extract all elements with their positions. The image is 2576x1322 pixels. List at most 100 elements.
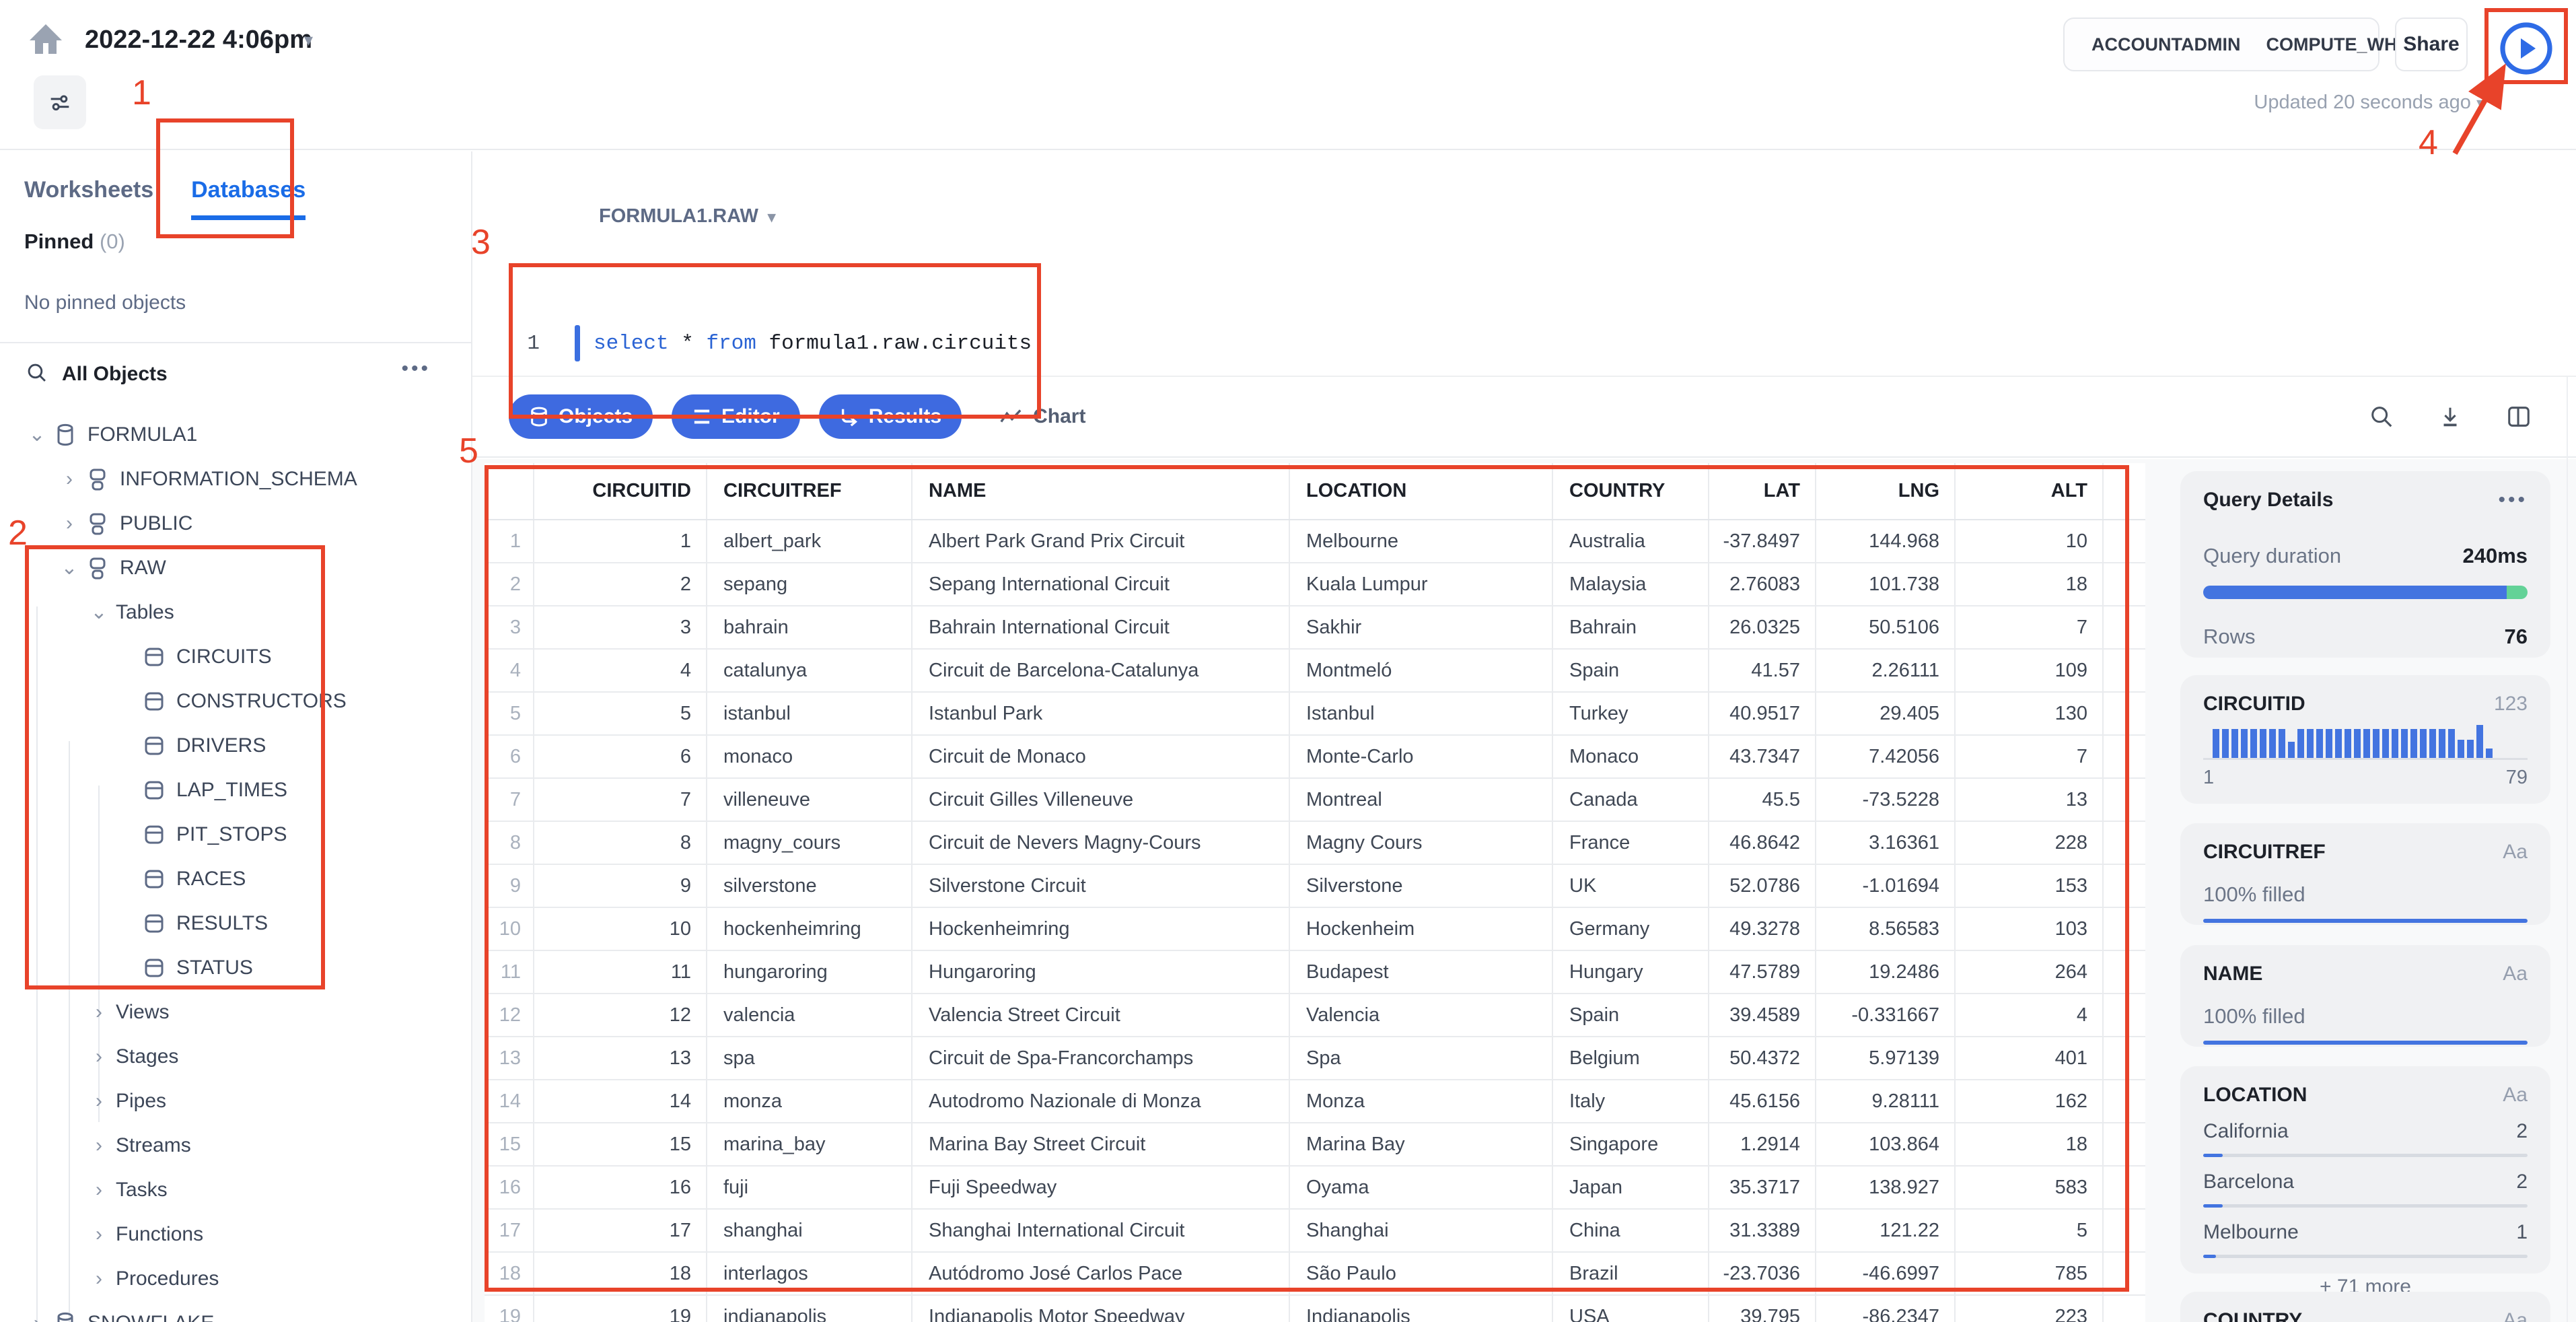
cell[interactable]: 9.28111 <box>1816 1080 1956 1123</box>
cell[interactable]: 101.738 <box>1816 563 1956 606</box>
cell[interactable] <box>2103 778 2145 822</box>
tree-item-pit_stops[interactable]: PIT_STOPS <box>0 812 471 857</box>
table-row[interactable]: 3 3 bahrain Bahrain International Circuit Sa… <box>485 606 2145 650</box>
table-row[interactable]: 11 11 hungaroring Hungaroring Budapest Hungar… <box>485 950 2145 994</box>
cell[interactable]: 223 <box>1955 1295 2104 1322</box>
table-row[interactable]: 5 5 istanbul Istanbul Park Istanbul Turkey 40.… <box>485 692 2145 736</box>
cell[interactable]: Monte-Carlo <box>1289 735 1553 779</box>
cell[interactable]: 17 <box>534 1209 707 1253</box>
cell[interactable] <box>2103 520 2145 563</box>
cell[interactable]: Montmeló <box>1289 649 1553 693</box>
cell[interactable]: istanbul <box>707 692 913 736</box>
table-row[interactable]: 4 4 catalunya Circuit de Barcelona-Cataluny… <box>485 649 2145 693</box>
cell[interactable]: -0.331667 <box>1816 994 1956 1037</box>
cell[interactable]: 18 <box>485 1252 534 1296</box>
cell[interactable]: 12 <box>485 994 534 1037</box>
cell[interactable]: 45.5 <box>1709 778 1816 822</box>
objects-pill-button[interactable]: Objects <box>509 394 653 439</box>
tree-item-procedures[interactable]: › Procedures <box>0 1257 471 1301</box>
cell[interactable]: 46.8642 <box>1709 821 1816 865</box>
cell[interactable]: 8 <box>485 821 534 865</box>
tree-item-races[interactable]: RACES <box>0 857 471 901</box>
cell[interactable]: 39.795 <box>1709 1295 1816 1322</box>
download-icon[interactable] <box>2437 404 2463 429</box>
cell[interactable]: 14 <box>534 1080 707 1123</box>
cell[interactable]: 5 <box>1955 1209 2104 1253</box>
cell[interactable]: 11 <box>534 950 707 994</box>
cell[interactable]: 31.3389 <box>1709 1209 1816 1253</box>
column-header-lat[interactable]: LAT <box>1709 463 1816 520</box>
column-header-circuitref[interactable]: CIRCUITREF <box>707 463 913 520</box>
cell[interactable]: 1 <box>534 520 707 563</box>
worksheet-settings-button[interactable] <box>34 75 86 129</box>
chevron-down-icon[interactable]: ⌄ <box>59 558 79 578</box>
chevron-right-icon[interactable]: › <box>89 1224 109 1245</box>
cell[interactable]: villeneuve <box>707 778 913 822</box>
cell[interactable]: 162 <box>1955 1080 2104 1123</box>
cell[interactable]: Monaco <box>1552 735 1709 779</box>
cell[interactable]: 9 <box>485 864 534 908</box>
cell[interactable]: fuji <box>707 1166 913 1210</box>
cell[interactable]: 6 <box>534 735 707 779</box>
cell[interactable]: 228 <box>1955 821 2104 865</box>
cell[interactable]: valencia <box>707 994 913 1037</box>
cell[interactable]: Hungaroring <box>912 950 1290 994</box>
tree-item-status[interactable]: STATUS <box>0 946 471 990</box>
cell[interactable]: catalunya <box>707 649 913 693</box>
columns-panel-icon[interactable] <box>2506 404 2532 429</box>
cell[interactable]: Monza <box>1289 1080 1553 1123</box>
cell[interactable]: Hungary <box>1552 950 1709 994</box>
cell[interactable]: Circuit de Barcelona-Catalunya <box>912 649 1290 693</box>
cell[interactable] <box>2103 606 2145 650</box>
chevron-right-icon[interactable]: › <box>27 1313 47 1322</box>
tree-item-formula1[interactable]: ⌄ FORMULA1 <box>0 413 471 457</box>
column-header-name[interactable]: NAME <box>912 463 1290 520</box>
cell[interactable] <box>2103 1209 2145 1253</box>
run-button[interactable] <box>2494 16 2559 81</box>
table-row[interactable]: 8 8 magny_cours Circuit de Nevers Magny-Cou… <box>485 821 2145 865</box>
cell[interactable]: 35.3717 <box>1709 1166 1816 1210</box>
cell[interactable]: Autodromo Nazionale di Monza <box>912 1080 1290 1123</box>
column-header-alt[interactable]: ALT <box>1955 463 2104 520</box>
cell[interactable]: 2 <box>534 563 707 606</box>
chevron-down-icon[interactable]: ⌄ <box>89 602 109 623</box>
cell[interactable]: -23.7036 <box>1709 1252 1816 1296</box>
cell[interactable]: France <box>1552 821 1709 865</box>
chevron-right-icon[interactable]: › <box>89 1091 109 1111</box>
cell[interactable]: Brazil <box>1552 1252 1709 1296</box>
table-row[interactable]: 17 17 shanghai Shanghai International Circu… <box>485 1209 2145 1253</box>
cell[interactable]: 401 <box>1955 1037 2104 1080</box>
cell[interactable]: 3.16361 <box>1816 821 1956 865</box>
cell[interactable]: Shanghai International Circuit <box>912 1209 1290 1253</box>
cell[interactable]: hockenheimring <box>707 907 913 951</box>
cell[interactable]: Spain <box>1552 994 1709 1037</box>
cell[interactable]: Canada <box>1552 778 1709 822</box>
cell[interactable]: silverstone <box>707 864 913 908</box>
cell[interactable]: 40.9517 <box>1709 692 1816 736</box>
cell[interactable]: Marina Bay Street Circuit <box>912 1123 1290 1167</box>
table-row[interactable]: 9 9 silverstone Silverstone Circuit Silverst… <box>485 864 2145 908</box>
cell[interactable]: Circuit de Monaco <box>912 735 1290 779</box>
cell[interactable]: Autódromo José Carlos Pace <box>912 1252 1290 1296</box>
table-row[interactable]: 10 10 hockenheimring Hockenheimring Hockenhe… <box>485 907 2145 951</box>
cell[interactable]: 3 <box>534 606 707 650</box>
cell[interactable]: Shanghai <box>1289 1209 1553 1253</box>
cell[interactable]: 130 <box>1955 692 2104 736</box>
cell[interactable]: Circuit de Nevers Magny-Cours <box>912 821 1290 865</box>
cell[interactable]: Turkey <box>1552 692 1709 736</box>
cell[interactable]: Japan <box>1552 1166 1709 1210</box>
cell[interactable]: albert_park <box>707 520 913 563</box>
cell[interactable]: 6 <box>485 735 534 779</box>
cell[interactable]: UK <box>1552 864 1709 908</box>
cell[interactable] <box>2103 864 2145 908</box>
table-row[interactable]: 6 6 monaco Circuit de Monaco Monte-Carlo Mona… <box>485 735 2145 779</box>
cell[interactable]: 11 <box>485 950 534 994</box>
cell[interactable]: 13 <box>1955 778 2104 822</box>
cell[interactable]: Montreal <box>1289 778 1553 822</box>
table-row[interactable]: 13 13 spa Circuit de Spa-Francorchamps Spa Be… <box>485 1037 2145 1080</box>
code-line[interactable]: 1 select * from formula1.raw.circuits <box>472 323 1032 363</box>
cell[interactable]: 2.76083 <box>1709 563 1816 606</box>
cell[interactable]: 4 <box>534 649 707 693</box>
tab-databases[interactable]: Databases <box>191 177 306 220</box>
cell[interactable]: 45.6156 <box>1709 1080 1816 1123</box>
